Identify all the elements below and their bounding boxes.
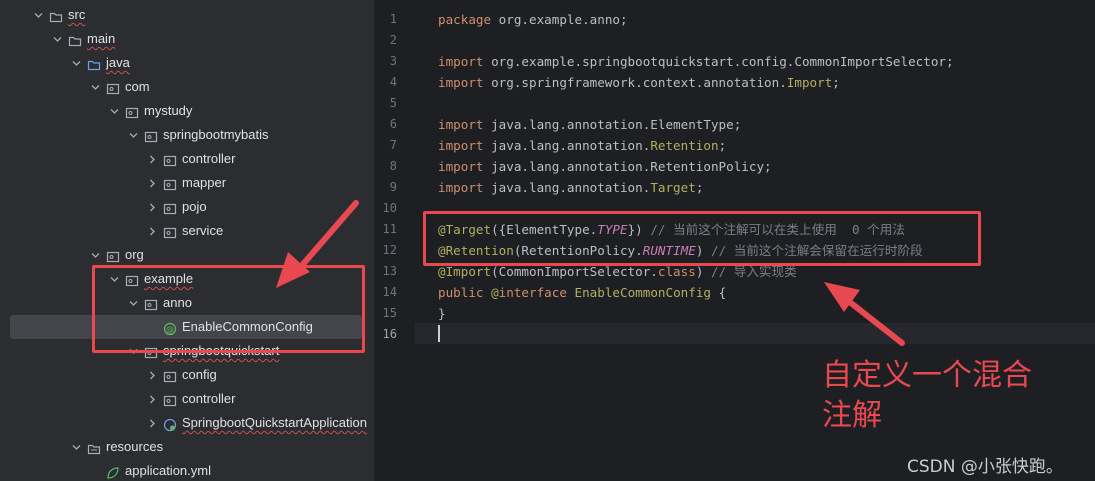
arrow-to-tree-icon [276, 200, 359, 288]
watermark: CSDN @小张快跑。 [907, 457, 1063, 477]
annotation-note: 自定义一个混合注解 [822, 358, 1032, 433]
arrow-to-code-icon [824, 282, 905, 346]
